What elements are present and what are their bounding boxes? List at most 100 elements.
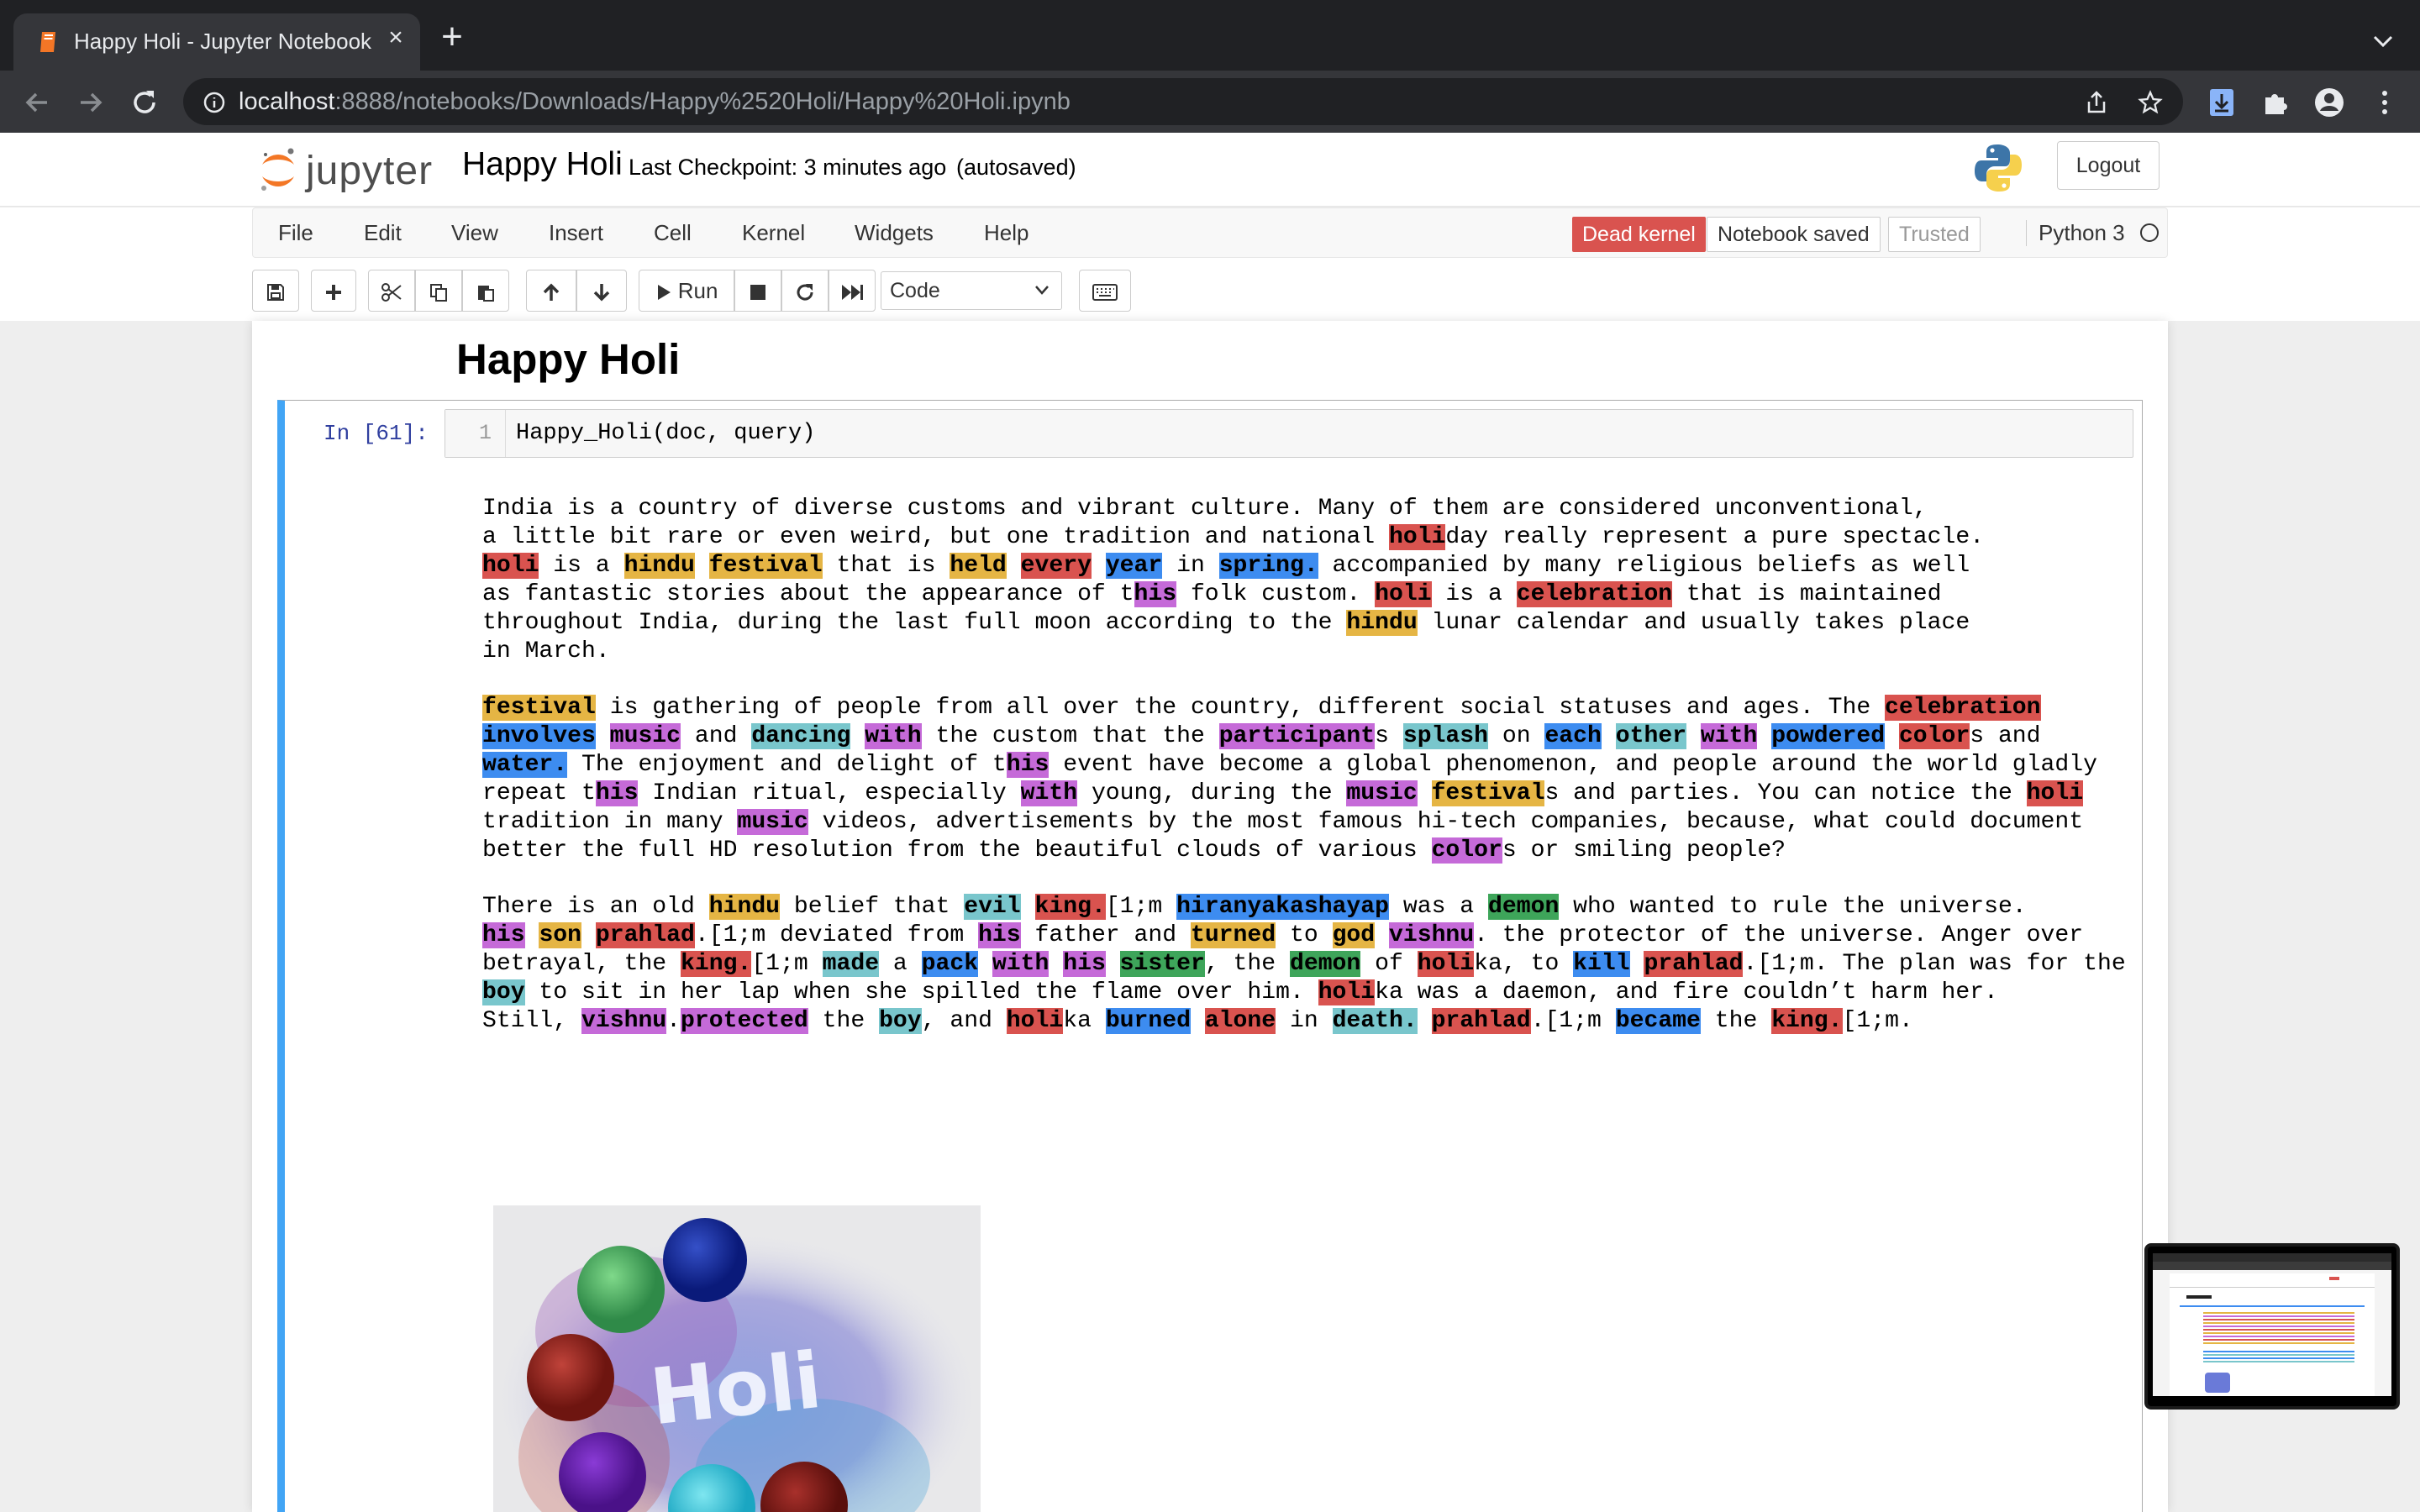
bookmark-star-icon[interactable]	[2138, 90, 2163, 115]
output-text: who wanted to rule the universe.	[1559, 894, 2027, 920]
logout-button[interactable]: Logout	[2057, 141, 2160, 190]
tab-title: Happy Holi - Jupyter Notebook	[74, 29, 372, 54]
cell-type-value: Code	[890, 279, 940, 302]
highlighted-keyword: festival	[482, 695, 596, 721]
kernel-idle-indicator-icon	[2140, 223, 2159, 242]
profile-avatar-icon[interactable]	[2312, 86, 2346, 119]
share-icon[interactable]	[2084, 90, 2109, 115]
browser-tab[interactable]: Happy Holi - Jupyter Notebook ×	[13, 13, 420, 71]
output-text: better the full HD resolution from the b…	[482, 837, 1432, 864]
move-up-button[interactable]	[526, 270, 576, 312]
menu-insert[interactable]: Insert	[549, 220, 603, 246]
highlighted-keyword: king.	[1034, 894, 1106, 920]
kernel-name[interactable]: Python 3	[2026, 220, 2125, 246]
menu-help[interactable]: Help	[984, 220, 1028, 246]
last-checkpoint: Last Checkpoint: 3 minutes ago	[629, 155, 947, 180]
dead-kernel-badge[interactable]: Dead kernel	[1572, 217, 1706, 252]
address-bar[interactable]: localhost:8888/notebooks/Downloads/Happy…	[183, 78, 2183, 125]
output-line: as fantastic stories about the appearanc…	[482, 580, 2129, 609]
new-tab-icon[interactable]: +	[437, 18, 467, 55]
cell-prompt: In [61]:	[324, 421, 429, 446]
highlighted-keyword: holi	[1375, 581, 1432, 607]
output-text: in March.	[482, 638, 610, 664]
keyboard-icon	[1092, 284, 1118, 302]
back-arrow-icon[interactable]	[20, 86, 54, 119]
plus-icon	[326, 285, 341, 301]
code-text[interactable]: Happy_Holi(doc, query)	[516, 410, 815, 457]
menu-file[interactable]: File	[278, 220, 313, 246]
stop-icon	[750, 285, 765, 301]
cell-type-select[interactable]: Code	[881, 271, 1062, 310]
highlighted-keyword: holi	[1388, 524, 1446, 550]
menu-cell[interactable]: Cell	[654, 220, 692, 246]
highlighted-keyword: burned	[1105, 1008, 1191, 1034]
menu-widgets[interactable]: Widgets	[855, 220, 934, 246]
notebook-title[interactable]: Happy Holi	[462, 146, 623, 183]
arrow-up-icon	[543, 283, 560, 302]
output-line: India is a country of diverse customs an…	[482, 495, 2129, 523]
restart-run-all-button[interactable]	[829, 270, 876, 312]
output-line: a little bit rare or even weird, but one…	[482, 523, 2129, 552]
move-down-button[interactable]	[576, 270, 627, 312]
output-line: boy to sit in her lap when she spilled t…	[482, 979, 2129, 1007]
output-line: his son prahlad.[1;m deviated from his f…	[482, 921, 2129, 950]
highlighted-keyword: vishnu	[581, 1008, 667, 1034]
line-number: 1	[478, 421, 492, 445]
close-tab-icon[interactable]: ×	[383, 25, 408, 50]
markdown-heading[interactable]: Happy Holi	[456, 334, 680, 384]
interrupt-kernel-button[interactable]	[734, 270, 781, 312]
run-button[interactable]: Run	[639, 270, 734, 312]
chevron-down-icon	[1035, 286, 1049, 295]
save-button[interactable]	[252, 270, 299, 312]
jupyter-header: jupyter Happy Holi Last Checkpoint: 3 mi…	[0, 133, 2420, 207]
output-text: on	[1488, 723, 1545, 749]
restart-kernel-button[interactable]	[781, 270, 829, 312]
forward-arrow-icon[interactable]	[74, 86, 108, 119]
output-text: [1;m	[1105, 894, 1177, 920]
output-text: father and	[1020, 922, 1191, 948]
output-text: India is a country of diverse customs an…	[482, 496, 1928, 522]
code-editor[interactable]: 1 Happy_Holi(doc, query)	[445, 409, 2133, 458]
extensions-puzzle-icon[interactable]	[2259, 86, 2292, 119]
reload-icon[interactable]	[128, 86, 161, 119]
highlighted-keyword: son	[539, 922, 582, 948]
output-text: accompanied by many religious beliefs as…	[1318, 553, 1970, 579]
screenshot-thumbnail-preview[interactable]	[2144, 1243, 2400, 1410]
download-icon[interactable]	[2205, 86, 2238, 119]
highlighted-keyword: hiranyakashayap	[1176, 894, 1389, 920]
copy-icon	[430, 284, 447, 302]
highlighted-keyword: boy	[879, 1008, 922, 1034]
jupyter-logo[interactable]: jupyter	[257, 141, 442, 200]
info-icon[interactable]	[203, 92, 225, 113]
highlighted-keyword: his	[978, 922, 1021, 948]
trusted-badge[interactable]: Trusted	[1888, 217, 1981, 252]
menu-kernel[interactable]: Kernel	[742, 220, 805, 246]
command-palette-button[interactable]	[1079, 270, 1131, 312]
menu-edit[interactable]: Edit	[364, 220, 402, 246]
insert-cell-button[interactable]	[311, 270, 356, 312]
highlighted-keyword: hindu	[623, 553, 695, 579]
more-menu-icon[interactable]	[2368, 86, 2402, 119]
chevron-down-icon[interactable]	[2368, 29, 2398, 54]
paste-button[interactable]	[462, 270, 509, 312]
output-text: a	[879, 951, 922, 977]
cut-button[interactable]	[368, 270, 415, 312]
menu-view[interactable]: View	[451, 220, 498, 246]
highlighted-keyword: holi	[1417, 951, 1475, 977]
play-icon	[657, 285, 671, 301]
copy-button[interactable]	[415, 270, 462, 312]
highlighted-keyword: pack	[921, 951, 979, 977]
code-cell[interactable]: In [61]: 1 Happy_Holi(doc, query) India …	[277, 400, 2143, 1512]
highlighted-keyword: color	[1431, 837, 1502, 864]
highlighted-keyword: holi	[2026, 780, 2084, 806]
highlighted-keyword: made	[822, 951, 880, 977]
output-text: a little bit rare or even weird, but one…	[482, 524, 1389, 550]
